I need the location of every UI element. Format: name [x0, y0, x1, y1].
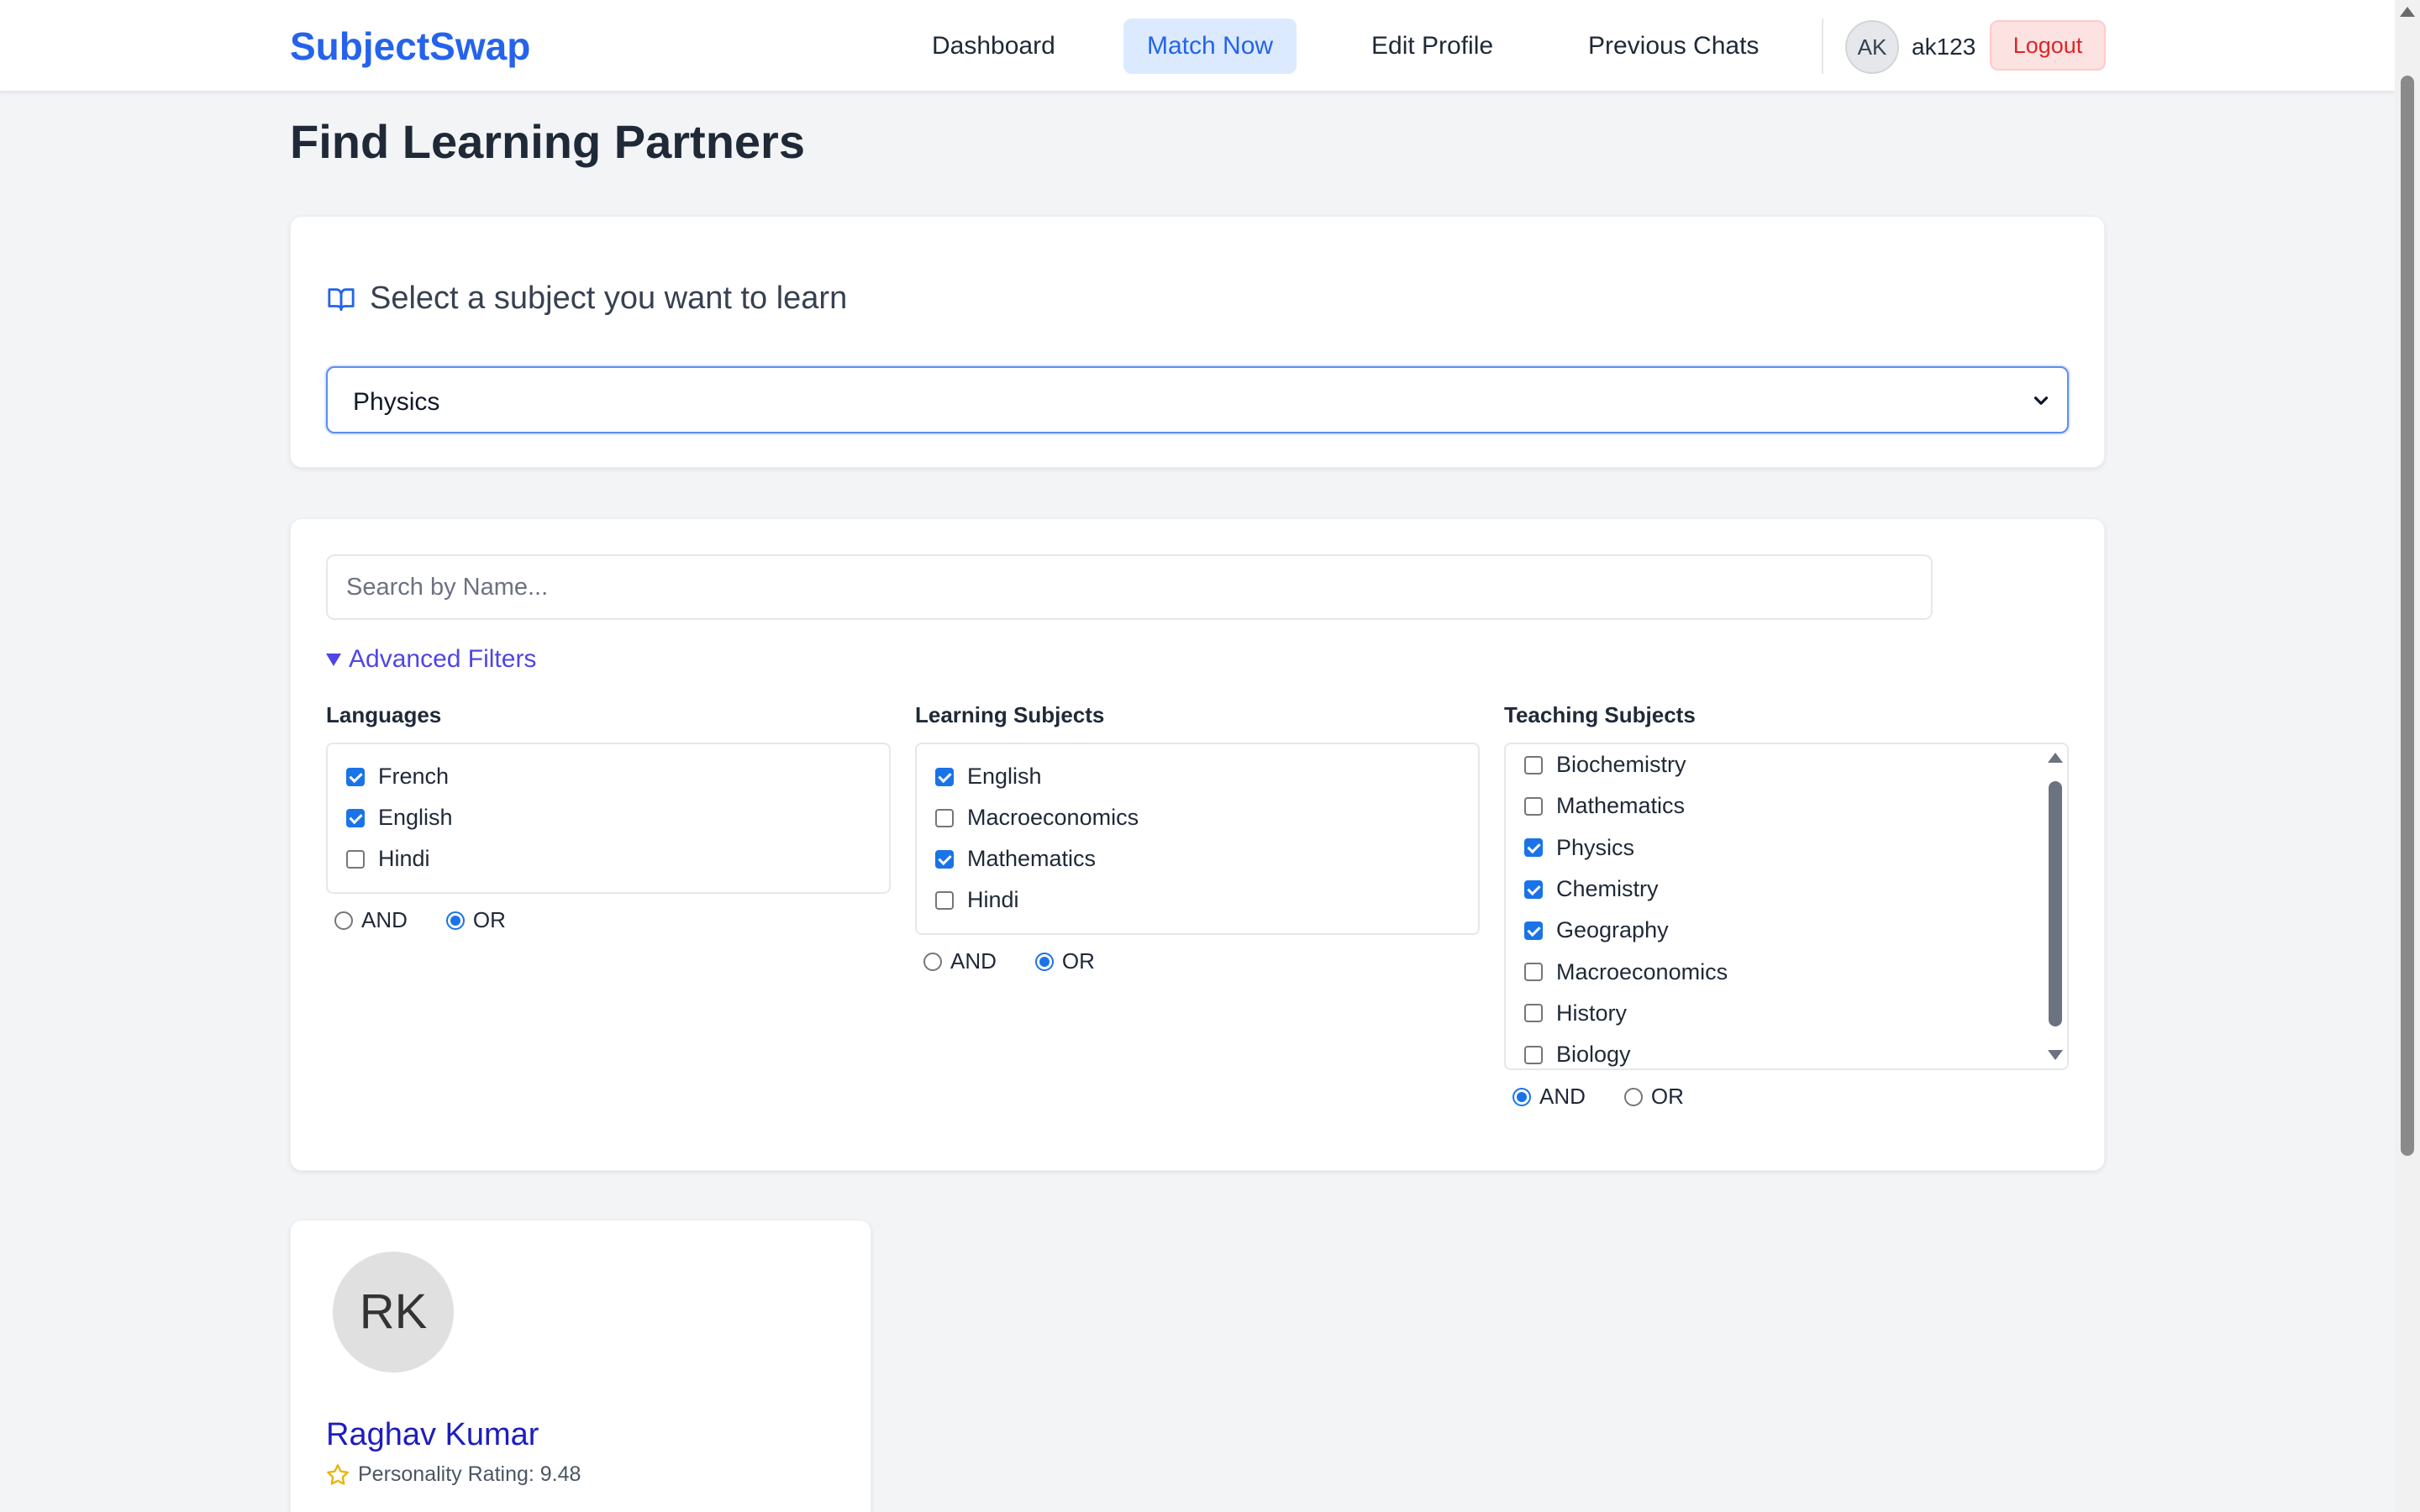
subject-select-card: Select a subject you want to learn Physi… — [290, 216, 2105, 468]
filter-card: Advanced Filters Languages French Englis… — [290, 518, 2105, 1171]
user-avatar[interactable]: AK — [1845, 20, 1899, 74]
logout-button[interactable]: Logout — [1990, 20, 2106, 71]
language-option[interactable]: English — [328, 797, 889, 838]
advanced-filters-label: Advanced Filters — [349, 645, 537, 673]
languages-mode: AND OR — [326, 907, 891, 933]
radio[interactable] — [1623, 1087, 1643, 1106]
learning-option[interactable]: English — [917, 756, 1478, 797]
checkbox[interactable] — [1524, 1045, 1543, 1064]
nav-divider — [1822, 18, 1823, 74]
search-by-name-input[interactable] — [326, 554, 1933, 620]
checkbox[interactable] — [1524, 921, 1543, 940]
teaching-option[interactable]: History — [1506, 993, 2067, 1034]
learning-subjects-filter: Learning Subjects English Macroeconomics… — [915, 702, 1480, 974]
nav-dashboard[interactable]: Dashboard — [908, 18, 1079, 74]
checkbox[interactable] — [935, 808, 954, 827]
teaching-option[interactable]: Physics — [1506, 827, 2067, 869]
scrollbar-thumb[interactable] — [2049, 781, 2062, 1026]
languages-label: Languages — [326, 702, 442, 727]
checkbox[interactable] — [935, 849, 954, 869]
nav-previous-chats[interactable]: Previous Chats — [1565, 18, 1782, 74]
page-scrollbar-thumb[interactable] — [2401, 76, 2414, 1156]
checkbox[interactable] — [1524, 755, 1543, 774]
scroll-up-arrow-icon[interactable] — [2400, 7, 2415, 17]
teaching-subjects-filter: Teaching Subjects Biochemistry Mathemati… — [1504, 702, 2069, 1110]
star-icon — [327, 1463, 349, 1485]
learning-subjects-options: English Macroeconomics Mathematics Hindi — [915, 743, 1480, 935]
teaching-option[interactable]: Chemistry — [1506, 869, 2067, 910]
languages-or-radio[interactable]: OR — [445, 907, 506, 933]
subject-heading-text: Select a subject you want to learn — [370, 281, 848, 316]
checkbox[interactable] — [1524, 796, 1543, 816]
checkbox[interactable] — [346, 767, 365, 786]
advanced-filters-toggle[interactable]: Advanced Filters — [326, 645, 536, 674]
teaching-and-radio[interactable]: AND — [1512, 1084, 1586, 1110]
learning-option[interactable]: Macroeconomics — [917, 797, 1478, 838]
username-label: ak123 — [1912, 34, 1976, 60]
subject-dropdown[interactable]: Physics — [326, 366, 2069, 433]
teaching-options-scrollbar[interactable] — [2044, 744, 2067, 1068]
radio[interactable] — [1512, 1087, 1531, 1106]
checkbox[interactable] — [1524, 1004, 1543, 1023]
subject-dropdown-value: Physics — [353, 388, 440, 416]
checkbox[interactable] — [1524, 838, 1543, 858]
radio[interactable] — [445, 911, 465, 930]
language-option[interactable]: Hindi — [328, 838, 889, 879]
teaching-option[interactable]: Macroeconomics — [1506, 951, 2067, 992]
scroll-down-arrow-icon[interactable] — [2048, 1050, 2063, 1060]
page-title: Find Learning Partners — [290, 115, 805, 168]
language-option[interactable]: French — [328, 756, 889, 797]
languages-and-radio[interactable]: AND — [334, 907, 408, 933]
learning-and-radio[interactable]: AND — [923, 948, 997, 974]
teaching-option[interactable]: Mathematics — [1506, 785, 2067, 827]
checkbox[interactable] — [346, 849, 365, 869]
checkbox[interactable] — [935, 767, 954, 786]
partner-card[interactable]: RK Raghav Kumar Personality Rating: 9.48 — [290, 1220, 871, 1512]
chevron-down-icon — [2033, 396, 2049, 405]
nav-edit-profile[interactable]: Edit Profile — [1348, 18, 1517, 74]
teaching-subjects-label: Teaching Subjects — [1504, 702, 1696, 727]
languages-options: French English Hindi — [326, 743, 891, 894]
book-open-icon — [328, 287, 355, 311]
checkbox[interactable] — [1524, 879, 1543, 899]
nav-match-now[interactable]: Match Now — [1123, 18, 1297, 74]
checkbox[interactable] — [1524, 963, 1543, 982]
learning-or-radio[interactable]: OR — [1034, 948, 1095, 974]
teaching-subjects-options[interactable]: Biochemistry Mathematics Physics Chemist… — [1504, 743, 2069, 1070]
brand-logo[interactable]: SubjectSwap — [290, 24, 530, 69]
teaching-or-radio[interactable]: OR — [1623, 1084, 1684, 1110]
triangle-down-icon — [326, 653, 341, 666]
subject-heading: Select a subject you want to learn — [326, 281, 847, 317]
scroll-up-arrow-icon[interactable] — [2048, 753, 2063, 763]
teaching-option[interactable]: Biology — [1506, 1034, 2067, 1068]
learning-subjects-mode: AND OR — [915, 948, 1480, 974]
radio[interactable] — [334, 911, 353, 930]
teaching-option[interactable]: Biochemistry — [1506, 744, 2067, 785]
partner-rating-text: Personality Rating: 9.48 — [358, 1462, 581, 1486]
languages-filter: Languages French English Hindi AND OR — [326, 702, 891, 933]
teaching-option[interactable]: Geography — [1506, 910, 2067, 951]
top-navbar: SubjectSwap Dashboard Match Now Edit Pro… — [0, 0, 2395, 92]
learning-option[interactable]: Hindi — [917, 879, 1478, 921]
learning-subjects-label: Learning Subjects — [915, 702, 1105, 727]
partner-avatar: RK — [333, 1252, 454, 1373]
radio[interactable] — [1034, 952, 1054, 971]
partner-rating: Personality Rating: 9.48 — [326, 1462, 581, 1487]
learning-option[interactable]: Mathematics — [917, 838, 1478, 879]
teaching-subjects-mode: AND OR — [1504, 1084, 2069, 1110]
partner-name-link[interactable]: Raghav Kumar — [326, 1417, 539, 1453]
checkbox[interactable] — [346, 808, 365, 827]
checkbox[interactable] — [935, 890, 954, 910]
page-scrollbar[interactable] — [2395, 0, 2420, 1512]
radio[interactable] — [923, 952, 942, 971]
